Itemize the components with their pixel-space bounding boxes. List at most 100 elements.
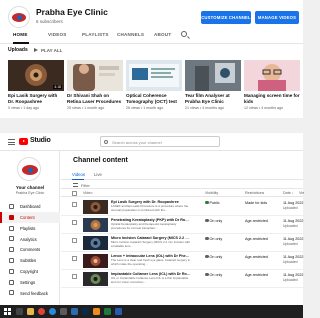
youtube-logo-icon[interactable] [19,138,28,145]
tab-live[interactable]: Live [94,172,102,177]
select-all-checkbox[interactable] [72,190,77,196]
tab-about[interactable]: ABOUT [154,32,171,37]
sidebar-item-copyright[interactable]: Copyright [0,266,60,277]
studio-brand[interactable]: Studio [30,137,51,144]
sidebar-item-content[interactable]: Content [0,211,60,223]
sidebar-item-settings[interactable]: Settings [0,277,60,288]
video-title[interactable]: Implantable Collamer Lens (ICL) with Dr … [111,272,191,276]
table-row[interactable]: Implantable Collamer Lens (ICL) with Dr … [61,270,303,288]
mail-icon[interactable] [71,308,78,315]
vlc-icon[interactable] [93,308,100,315]
sidebar-item-comments[interactable]: Comments [0,244,60,255]
menu-icon[interactable] [8,139,15,145]
video-title[interactable]: Epi Lasik Surgery with Dr. Roopashree [8,93,64,104]
channel-header: Prabha Eye Clinic 6 subscribers CUSTOMIZ… [8,6,299,32]
row-checkbox[interactable] [72,256,77,261]
search-icon[interactable] [16,308,23,315]
filter-bar[interactable]: Filter [61,181,303,189]
visibility-dropdown[interactable]: On only [205,255,222,259]
search-icon[interactable] [181,31,187,37]
video-thumbnail[interactable] [83,236,108,250]
video-thumbnail[interactable] [83,254,108,268]
video-meta: 0 views • 1 day ago [8,106,40,110]
tab-home[interactable]: HOME [13,32,28,37]
studio-search[interactable] [100,136,220,147]
play-all-button[interactable]: PLAY ALL [41,48,62,53]
table-row[interactable]: Lenox + Intraocular Lens (IOL) with Dr P… [61,252,303,270]
column-header-visibility[interactable]: Visibility [205,191,218,195]
column-header-restrictions[interactable]: Restrictions [245,191,264,195]
video-thumbnail[interactable] [67,60,123,91]
video-title[interactable]: Tear film Analyser at Prabha Eye Clinic [185,93,241,104]
photoshop-icon[interactable] [82,308,89,315]
edge-icon[interactable] [49,308,56,315]
sidebar-item-playlists[interactable]: Playlists [0,223,60,234]
visibility-dropdown[interactable]: On only [205,273,222,277]
video-title[interactable]: Micro Incision Cataract Surgery (MICS 2.… [111,236,191,240]
files-icon[interactable] [27,308,34,315]
visibility-dropdown[interactable]: Public [205,201,220,205]
filter-label[interactable]: Filter [81,183,90,188]
search-input[interactable] [112,138,217,146]
video-thumbnail[interactable] [244,60,300,91]
video-title[interactable]: Optical Coherence Tomography (OCT) test … [126,93,182,104]
sidebar-item-analytics[interactable]: Analytics [0,233,60,244]
store-icon[interactable] [60,308,67,315]
sidebar-item-feedback[interactable]: Send feedback [0,287,60,298]
video-thumbnail[interactable] [185,60,241,91]
video-thumbnail[interactable] [83,200,108,214]
uploads-label: Uploads [8,47,28,53]
video-card[interactable]: Managing screen time for kids 12 views •… [244,60,300,116]
excel-icon[interactable] [104,308,111,315]
row-checkbox[interactable] [72,220,77,225]
filter-icon[interactable] [73,183,78,187]
video-duration: 4:18 [53,85,62,89]
visibility-dropdown[interactable]: On only [205,237,222,241]
video-title[interactable]: Penetrating Keratoplasty (PKP) with Dr R… [111,218,191,222]
play-icon[interactable] [34,47,38,52]
video-title[interactable]: Managing screen time for kids [244,93,300,104]
sidebar-item-dashboard[interactable]: Dashboard [0,201,60,212]
video-thumbnail[interactable] [83,218,108,232]
tab-videos[interactable]: Videos [72,172,85,177]
video-card[interactable]: Optical Coherence Tomography (OCT) test … [126,60,182,116]
video-thumbnail[interactable] [83,272,108,286]
start-icon[interactable] [4,308,11,315]
video-thumbnail[interactable]: 4:18 [8,60,64,91]
video-meta: 12 views • 4 months ago [244,106,284,110]
channel-avatar[interactable] [8,6,30,28]
customize-channel-button[interactable]: CUSTOMIZE CHANNEL [201,11,251,24]
channel-tabs: HOME VIDEOS PLAYLISTS CHANNELS ABOUT [0,30,303,44]
studio-sidebar: Your channel Prabha Eye Clinic Dashboard… [0,151,60,305]
video-card[interactable]: Dr Shivani Shah on Retina Laser Procedur… [67,60,123,116]
row-checkbox[interactable] [72,274,77,279]
sidebar-item-subtitles[interactable]: Subtitles [0,255,60,266]
sidebar-item-label: Subtitles [20,258,37,264]
manage-videos-button[interactable]: MANAGE VIDEOS [255,11,299,24]
video-title[interactable]: Lenox + Intraocular Lens (IOL) with Dr P… [111,254,191,258]
chrome-icon[interactable] [38,308,45,315]
video-title[interactable]: Dr Shivani Shah on Retina Laser Procedur… [67,93,123,104]
video-thumbnail[interactable] [126,60,182,91]
table-row[interactable]: Penetrating Keratoplasty (PKP) with Dr R… [61,216,303,234]
row-checkbox[interactable] [72,238,77,243]
table-row[interactable]: Epi Lasik Surgery with Dr. Roopashree LA… [61,198,303,216]
channel-avatar[interactable] [17,157,41,181]
word-icon[interactable] [115,308,122,315]
video-card[interactable]: 4:18 Epi Lasik Surgery with Dr. Roopashr… [8,60,64,116]
restriction-value: Age-restricted [245,236,268,241]
column-header-date[interactable]: Date ↓ [283,191,294,195]
video-card[interactable]: Tear film Analyser at Prabha Eye Clinic … [185,60,241,116]
status-value: Uploaded [283,223,298,228]
video-description: Micro Incision Cataract Surgery (MICS 2.… [111,241,191,248]
tab-videos[interactable]: VIDEOS [48,32,67,37]
tab-playlists[interactable]: PLAYLISTS [82,32,109,37]
status-value: Uploaded [283,205,298,210]
row-checkbox[interactable] [72,202,77,207]
table-row[interactable]: Micro Incision Cataract Surgery (MICS 2.… [61,234,303,252]
tab-channels[interactable]: CHANNELS [117,32,144,37]
video-title[interactable]: Epi Lasik Surgery with Dr. Roopashree [111,200,191,204]
column-header-views[interactable]: Vie [299,191,304,195]
date-value: 11 Aug 2022 [283,200,304,205]
visibility-dropdown[interactable]: On only [205,219,222,223]
